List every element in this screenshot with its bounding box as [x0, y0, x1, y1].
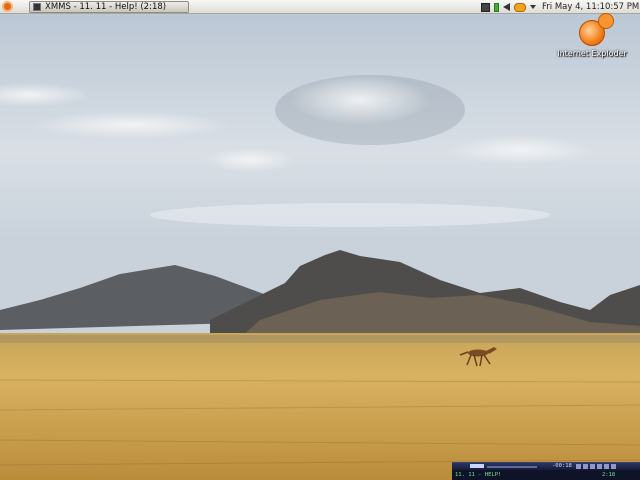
smiley-icon [598, 13, 614, 29]
play-icon[interactable] [583, 464, 588, 469]
pause-icon[interactable] [590, 464, 595, 469]
xmms-player[interactable]: -00:18 11. 11 - HELP! 2:18 [452, 462, 640, 480]
xmms-elapsed: -00:18 [552, 463, 572, 469]
prev-icon[interactable] [576, 464, 581, 469]
chevron-down-icon[interactable] [530, 5, 536, 9]
xmms-controls [576, 464, 618, 469]
desktop-wallpaper [0, 0, 640, 480]
taskbar-window-label: XMMS - 11. 11 - Help! (2:18) [45, 2, 167, 12]
ie-icon [579, 13, 614, 46]
volume-icon[interactable] [503, 3, 510, 11]
xmms-titlebar[interactable]: -00:18 [452, 463, 640, 470]
ubuntu-menu-icon[interactable] [2, 1, 13, 12]
xmms-track-title: 11. 11 - HELP! [455, 472, 502, 478]
desktop-icon-internet-exploder[interactable]: Internet Exploder [556, 13, 628, 58]
desktop-icon-label: Internet Exploder [557, 49, 627, 58]
network-icon[interactable] [481, 2, 490, 12]
xmms-logo [470, 464, 484, 468]
xmms-seek-bar[interactable] [487, 466, 537, 468]
panel-clock[interactable]: Fri May 4, 11:10:57 PM [542, 2, 639, 12]
top-panel: XMMS - 11. 11 - Help! (2:18) Fri May 4, … [0, 0, 640, 14]
next-icon[interactable] [604, 464, 609, 469]
taskbar-window-button[interactable]: XMMS - 11. 11 - Help! (2:18) [29, 1, 189, 13]
system-tray: Fri May 4, 11:10:57 PM [481, 1, 639, 13]
battery-icon[interactable] [494, 2, 499, 12]
stop-icon[interactable] [597, 464, 602, 469]
xmms-app-icon [33, 3, 41, 11]
eject-icon[interactable] [611, 464, 616, 469]
update-icon[interactable] [514, 2, 526, 12]
xmms-track-time: 2:18 [602, 472, 616, 478]
